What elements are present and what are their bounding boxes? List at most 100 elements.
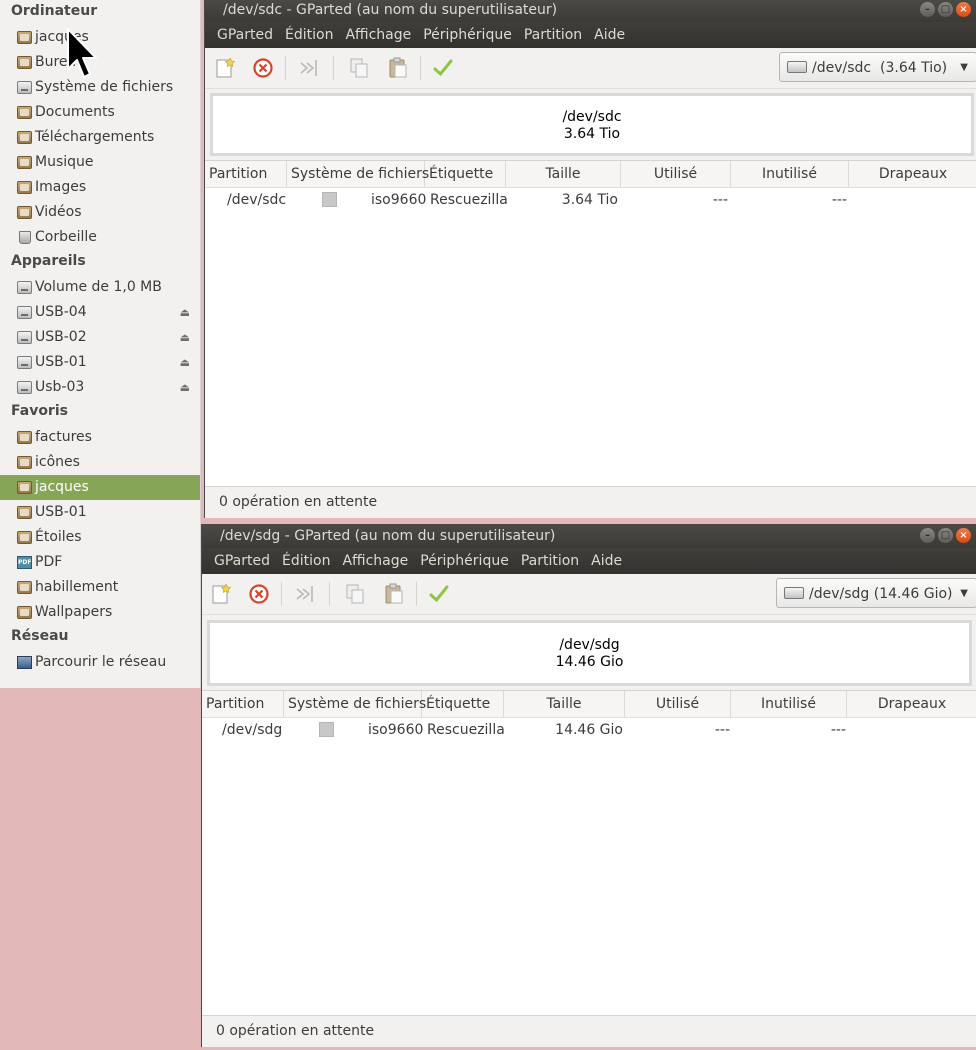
sidebar-item[interactable]: jacques bbox=[0, 25, 200, 50]
new-partition-icon[interactable] bbox=[209, 582, 233, 606]
sidebar-item[interactable]: Étoiles bbox=[0, 525, 200, 550]
menu-aide[interactable]: Aide bbox=[585, 548, 628, 574]
column-unused[interactable]: Inutilisé bbox=[731, 161, 849, 187]
sidebar-item[interactable]: USB-02 ⏏ bbox=[0, 325, 200, 350]
sidebar-section-header: Appareils bbox=[11, 253, 86, 269]
drive-icon bbox=[17, 281, 32, 294]
menu-peripherique[interactable]: Périphérique bbox=[417, 22, 518, 48]
maximize-button[interactable]: □ bbox=[938, 2, 953, 17]
column-label[interactable]: Étiquette bbox=[422, 691, 504, 717]
menu-aide[interactable]: Aide bbox=[588, 22, 631, 48]
minimize-button[interactable]: – bbox=[920, 528, 935, 543]
sidebar-item[interactable]: factures bbox=[0, 425, 200, 450]
table-row[interactable]: /dev/sdc iso9660 Rescuezilla 3.64 Tio --… bbox=[205, 188, 976, 212]
column-flags[interactable]: Drapeaux bbox=[847, 691, 976, 717]
column-filesystem[interactable]: Système de fichiers bbox=[284, 691, 426, 717]
close-button[interactable]: × bbox=[956, 528, 971, 543]
sidebar-item-label: PDF bbox=[35, 554, 63, 570]
column-partition[interactable]: Partition bbox=[202, 691, 284, 717]
resize-move-icon[interactable] bbox=[298, 56, 322, 80]
home-folder-icon bbox=[17, 31, 32, 44]
cell-filesystem: iso9660 bbox=[368, 722, 424, 738]
column-partition[interactable]: Partition bbox=[205, 161, 287, 187]
device-selector[interactable]: /dev/sdc (3.64 Tio) ▼ bbox=[779, 52, 976, 82]
paste-icon[interactable] bbox=[386, 56, 410, 80]
sidebar-item[interactable]: Usb-03 ⏏ bbox=[0, 375, 200, 400]
cell-size: 3.64 Tio bbox=[561, 192, 618, 208]
column-filesystem[interactable]: Système de fichiers bbox=[287, 161, 429, 187]
device-selector[interactable]: /dev/sdg (14.46 Gio) ▼ bbox=[776, 578, 976, 608]
sidebar-item[interactable]: PDF PDF bbox=[0, 550, 200, 575]
delete-partition-icon[interactable] bbox=[251, 56, 275, 80]
sidebar-item[interactable]: Vidéos bbox=[0, 200, 200, 225]
resize-move-icon[interactable] bbox=[294, 582, 318, 606]
downloads-folder-icon bbox=[17, 131, 32, 144]
column-used[interactable]: Utilisé bbox=[625, 691, 731, 717]
toolbar-separator bbox=[420, 56, 421, 80]
sidebar-item[interactable]: Images bbox=[0, 175, 200, 200]
delete-partition-icon[interactable] bbox=[247, 582, 271, 606]
column-unused[interactable]: Inutilisé bbox=[731, 691, 847, 717]
sidebar-item[interactable]: jacques bbox=[0, 475, 200, 500]
eject-icon[interactable]: ⏏ bbox=[180, 350, 190, 375]
sidebar-item-label: Usb-03 bbox=[35, 379, 85, 395]
eject-icon[interactable]: ⏏ bbox=[180, 375, 190, 400]
apply-check-icon[interactable] bbox=[427, 582, 451, 606]
paste-icon[interactable] bbox=[382, 582, 406, 606]
sidebar-item[interactable]: habillement bbox=[0, 575, 200, 600]
partition-graphic[interactable]: /dev/sdc 3.64 Tio bbox=[210, 93, 974, 156]
menu-gparted[interactable]: GParted bbox=[208, 548, 276, 574]
disk-icon bbox=[784, 587, 804, 599]
toolbar-separator bbox=[329, 582, 330, 606]
sidebar-item-label: Étoiles bbox=[35, 529, 82, 545]
copy-icon[interactable] bbox=[343, 582, 367, 606]
statusbar: 0 opération en attente bbox=[205, 486, 976, 518]
column-label[interactable]: Étiquette bbox=[425, 161, 506, 187]
window-title: /dev/sdc - GParted (au nom du superutili… bbox=[223, 2, 558, 18]
menu-gparted[interactable]: GParted bbox=[211, 22, 279, 48]
sidebar-item[interactable]: Musique bbox=[0, 150, 200, 175]
titlebar[interactable]: /dev/sdg - GParted (au nom du superutili… bbox=[202, 524, 976, 548]
sidebar-item[interactable]: Parcourir le réseau bbox=[0, 650, 200, 675]
apply-check-icon[interactable] bbox=[431, 56, 455, 80]
toolbar: /dev/sdg (14.46 Gio) ▼ bbox=[202, 574, 976, 615]
menu-partition[interactable]: Partition bbox=[515, 548, 585, 574]
sidebar-item[interactable]: Système de fichiers bbox=[0, 75, 200, 100]
column-flags[interactable]: Drapeaux bbox=[849, 161, 976, 187]
menu-peripherique[interactable]: Périphérique bbox=[414, 548, 515, 574]
column-used[interactable]: Utilisé bbox=[621, 161, 731, 187]
sidebar-item[interactable]: USB-04 ⏏ bbox=[0, 300, 200, 325]
folder-icon bbox=[17, 431, 32, 444]
menu-affichage[interactable]: Affichage bbox=[339, 22, 417, 48]
sidebar-item[interactable]: Documents bbox=[0, 100, 200, 125]
eject-icon[interactable]: ⏏ bbox=[180, 300, 190, 325]
menu-edition[interactable]: Édition bbox=[279, 22, 339, 48]
sidebar-item[interactable]: USB-01 bbox=[0, 500, 200, 525]
table-row[interactable]: /dev/sdg iso9660 Rescuezilla 14.46 Gio -… bbox=[202, 718, 976, 742]
sidebar-item[interactable]: Téléchargements bbox=[0, 125, 200, 150]
close-button[interactable]: × bbox=[956, 2, 971, 17]
toolbar-separator bbox=[281, 582, 282, 606]
titlebar[interactable]: /dev/sdc - GParted (au nom du superutili… bbox=[205, 0, 976, 22]
partition-graphic[interactable]: /dev/sdg 14.46 Gio bbox=[207, 620, 972, 686]
eject-icon[interactable]: ⏏ bbox=[180, 325, 190, 350]
cell-unused: --- bbox=[830, 722, 846, 738]
column-size[interactable]: Taille bbox=[504, 691, 625, 717]
sidebar-item[interactable]: Corbeille bbox=[0, 225, 200, 250]
copy-icon[interactable] bbox=[347, 56, 371, 80]
minimize-button[interactable]: – bbox=[920, 2, 935, 17]
menu-affichage[interactable]: Affichage bbox=[336, 548, 414, 574]
sidebar-item[interactable]: USB-01 ⏏ bbox=[0, 350, 200, 375]
sidebar-item-label: USB-04 bbox=[35, 304, 87, 320]
filesystem-color-swatch bbox=[319, 722, 334, 737]
maximize-button[interactable]: □ bbox=[938, 528, 953, 543]
sidebar-item-label: factures bbox=[35, 429, 92, 445]
column-size[interactable]: Taille bbox=[506, 161, 621, 187]
sidebar-item[interactable]: Wallpapers bbox=[0, 600, 200, 625]
menu-edition[interactable]: Édition bbox=[276, 548, 336, 574]
sidebar-item[interactable]: Bureau bbox=[0, 50, 200, 75]
menu-partition[interactable]: Partition bbox=[518, 22, 588, 48]
sidebar-item[interactable]: icônes bbox=[0, 450, 200, 475]
sidebar-item[interactable]: Volume de 1,0 MB bbox=[0, 275, 200, 300]
new-partition-icon[interactable] bbox=[213, 56, 237, 80]
